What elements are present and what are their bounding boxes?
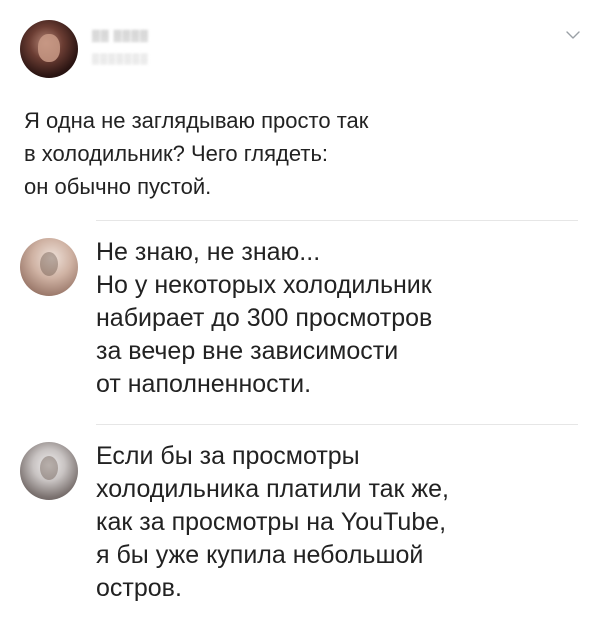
post-text-line: Я одна не заглядываю просто так: [24, 108, 369, 133]
avatar-face: [40, 252, 58, 276]
comment-text: Не знаю, не знаю... Но у некоторых холод…: [96, 236, 576, 401]
comment-text-line: Не знаю, не знаю...: [96, 238, 321, 266]
post-text-line: он обычно пустой.: [24, 174, 212, 199]
comment-text-line: набирает до 300 просмотров: [96, 304, 433, 332]
avatar-face: [38, 34, 60, 62]
comment-text-line: как за просмотры на YouTube,: [96, 508, 447, 536]
comment-text-line: холодильника платили так же,: [96, 475, 449, 503]
comment-text: Если бы за просмотры холодильника платил…: [96, 440, 576, 605]
comment-text-line: от наполненности.: [96, 370, 312, 398]
avatar-face: [40, 456, 58, 480]
comment-text-line: Но у некоторых холодильник: [96, 271, 432, 299]
comment-text-line: за вечер вне зависимости: [96, 337, 399, 365]
chevron-down-icon[interactable]: [566, 30, 580, 40]
author-avatar[interactable]: [20, 20, 78, 78]
comment-avatar[interactable]: [20, 442, 78, 500]
post-card: ▒▒ ▒▒▒▒ ▒▒▒▒▒▒▒ Я одна не заглядываю про…: [0, 0, 600, 635]
post-meta: ▒▒▒▒▒▒▒: [92, 54, 149, 65]
author-name[interactable]: ▒▒ ▒▒▒▒: [92, 30, 152, 42]
comment-text-line: я бы уже купила небольшой: [96, 541, 424, 569]
post-text: Я одна не заглядываю просто так в холоди…: [24, 104, 564, 203]
comment-text-line: остров.: [96, 574, 182, 602]
comment-text-line: Если бы за просмотры: [96, 442, 360, 470]
post-text-line: в холодильник? Чего глядеть:: [24, 141, 329, 166]
divider: [96, 424, 578, 425]
comment-avatar[interactable]: [20, 238, 78, 296]
divider: [96, 220, 578, 221]
